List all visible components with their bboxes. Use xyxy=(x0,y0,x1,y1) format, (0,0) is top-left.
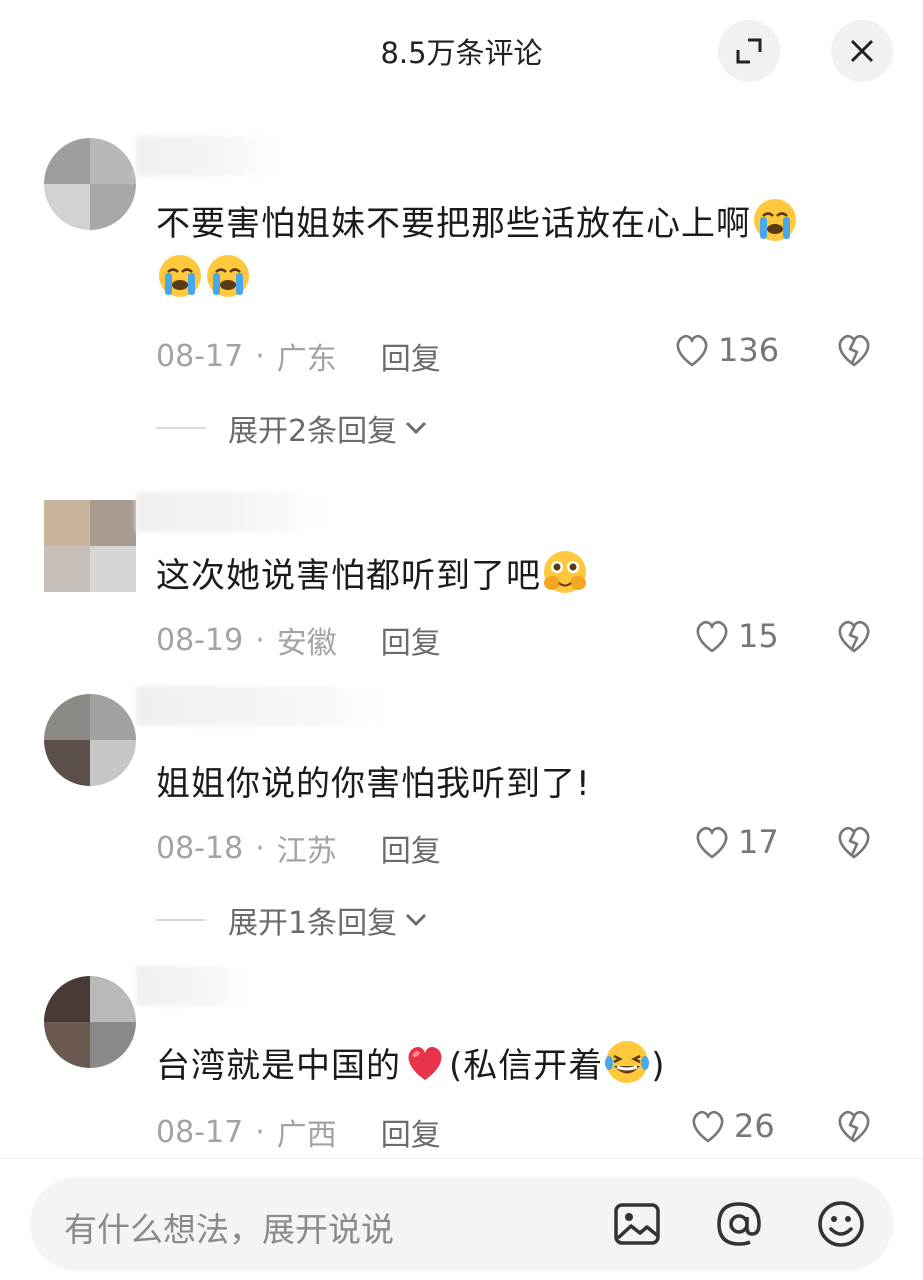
comment-meta: 08-18 · 江苏 回复 xyxy=(156,826,441,870)
username-blurred[interactable] xyxy=(136,686,386,726)
at-icon xyxy=(717,1202,761,1246)
like-button[interactable]: 136 xyxy=(672,330,779,370)
comment-location: 广东 xyxy=(276,342,337,377)
comment-location: 广西 xyxy=(276,1118,337,1153)
broken-heart-icon xyxy=(834,616,874,656)
face-holding-back-tears-emoji xyxy=(542,549,588,595)
like-count: 26 xyxy=(734,1107,775,1145)
meta-separator: · xyxy=(255,622,265,658)
meta-separator: · xyxy=(255,1114,265,1150)
expand-replies-label: 展开1条回复 xyxy=(228,906,398,941)
dislike-button[interactable] xyxy=(834,330,874,374)
reply-button[interactable]: 回复 xyxy=(381,1110,441,1154)
heart-icon xyxy=(672,330,712,370)
avatar[interactable] xyxy=(44,138,136,230)
heart-icon xyxy=(688,1106,728,1146)
reply-button[interactable]: 回复 xyxy=(381,334,441,378)
red-heart-emoji xyxy=(402,1039,448,1085)
comment-location: 安徽 xyxy=(276,626,337,661)
comment-text: 姐姐你说的你害怕我听到了! xyxy=(156,764,591,804)
heart-icon xyxy=(692,616,732,656)
like-button[interactable]: 17 xyxy=(692,822,779,862)
comment-input-bar: 有什么想法，展开说说 xyxy=(0,1158,923,1280)
broken-heart-icon xyxy=(834,330,874,370)
comment-meta: 08-17 · 广西 回复 xyxy=(156,1110,441,1154)
like-count: 17 xyxy=(738,823,779,861)
divider-line xyxy=(156,427,206,429)
broken-heart-icon xyxy=(834,822,874,862)
image-button[interactable] xyxy=(610,1197,664,1251)
comment-date: 08-18 xyxy=(156,830,244,866)
input-placeholder: 有什么想法，展开说说 xyxy=(64,1210,394,1249)
comment-date: 08-17 xyxy=(156,338,244,374)
meta-separator: · xyxy=(255,338,265,374)
loudly-crying-face-emoji xyxy=(752,197,798,243)
comment-date: 08-17 xyxy=(156,1114,244,1150)
image-icon xyxy=(614,1203,660,1245)
face-with-tears-of-joy-emoji xyxy=(604,1039,650,1085)
comment-input[interactable]: 有什么想法，展开说说 xyxy=(30,1177,893,1271)
broken-heart-icon xyxy=(834,1106,874,1146)
comment-meta: 08-19 · 安徽 回复 xyxy=(156,618,441,662)
comment-location: 江苏 xyxy=(276,834,337,869)
username-blurred[interactable] xyxy=(136,966,246,1006)
emoji-icon xyxy=(818,1201,864,1247)
loudly-crying-face-emoji xyxy=(205,253,251,299)
dislike-button[interactable] xyxy=(834,616,874,660)
expand-replies-button[interactable]: 展开2条回复 xyxy=(156,406,429,450)
expand-replies-label: 展开2条回复 xyxy=(228,414,398,449)
like-count: 15 xyxy=(738,617,779,655)
loudly-crying-face-emoji xyxy=(157,253,203,299)
like-button[interactable]: 15 xyxy=(692,616,779,656)
heart-icon xyxy=(692,822,732,862)
chevron-down-icon xyxy=(406,913,427,927)
comment-text: 台湾就是中国的 (私信开着) xyxy=(156,1038,883,1094)
divider-line xyxy=(156,919,206,921)
comment-meta: 08-17 · 广东 回复 xyxy=(156,334,441,378)
like-button[interactable]: 26 xyxy=(688,1106,775,1146)
comment-item: 不要害怕姐妹不要把那些话放在心上啊 08-17 · 广东 回复 136 展开2条… xyxy=(0,0,923,460)
reply-button[interactable]: 回复 xyxy=(381,618,441,662)
comment-date: 08-19 xyxy=(156,622,244,658)
meta-separator: · xyxy=(255,830,265,866)
expand-replies-button[interactable]: 展开1条回复 xyxy=(156,898,429,942)
dislike-button[interactable] xyxy=(834,822,874,866)
comment-text: 这次她说害怕都听到了吧 xyxy=(156,548,883,604)
mention-button[interactable] xyxy=(712,1197,766,1251)
username-blurred[interactable] xyxy=(136,136,276,176)
reply-button[interactable]: 回复 xyxy=(381,826,441,870)
chevron-down-icon xyxy=(406,421,427,435)
emoji-button[interactable] xyxy=(814,1197,868,1251)
comment-text: 不要害怕姐妹不要把那些话放在心上啊 xyxy=(156,196,883,308)
dislike-button[interactable] xyxy=(834,1106,874,1150)
avatar[interactable] xyxy=(44,694,136,786)
username-blurred[interactable] xyxy=(136,492,326,532)
avatar[interactable] xyxy=(44,976,136,1068)
avatar[interactable] xyxy=(44,500,136,592)
like-count: 136 xyxy=(718,331,780,369)
